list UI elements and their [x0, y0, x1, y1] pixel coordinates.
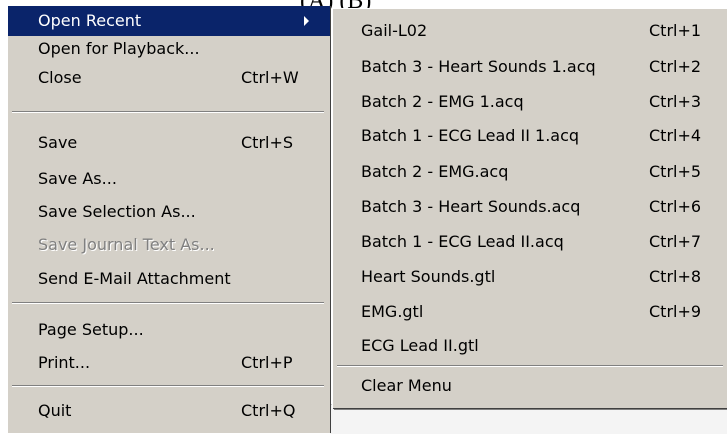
menu-item-label: Batch 3 - Heart Sounds 1.acq	[361, 57, 596, 76]
menu-item-quit[interactable]: Quit Ctrl+Q	[8, 396, 330, 426]
menu-item-shortcut: Ctrl+9	[649, 302, 702, 321]
menu-item-label: Batch 2 - EMG 1.acq	[361, 92, 524, 111]
menu-item-shortcut: Ctrl+2	[649, 57, 702, 76]
recent-item-batch2-emg-1[interactable]: Batch 2 - EMG 1.acq Ctrl+3	[333, 87, 727, 117]
menu-item-open-recent[interactable]: Open Recent	[8, 6, 330, 36]
menu-item-label: Save Journal Text As...	[38, 235, 215, 254]
menu-item-label: Print...	[38, 353, 91, 372]
menu-item-open-for-playback[interactable]: Open for Playback...	[8, 34, 330, 64]
recent-item-ecg-lead-ii-gtl[interactable]: ECG Lead II.gtl	[333, 331, 727, 361]
recent-item-emg-gtl[interactable]: EMG.gtl Ctrl+9	[333, 297, 727, 327]
menu-item-label: Open Recent	[38, 11, 142, 30]
menu-item-shortcut: Ctrl+5	[649, 162, 702, 181]
menu-item-shortcut: Ctrl+4	[649, 126, 702, 145]
menu-item-label: Save	[38, 133, 78, 152]
menu-item-label: Gail-L02	[361, 21, 428, 40]
menu-separator	[12, 385, 324, 387]
recent-item-batch3-heart-sounds-1[interactable]: Batch 3 - Heart Sounds 1.acq Ctrl+2	[333, 52, 727, 82]
menu-item-label: Close	[38, 68, 82, 87]
menu-item-label: Save Selection As...	[38, 202, 196, 221]
menu-item-label: Batch 2 - EMG.acq	[361, 162, 509, 181]
menu-item-label: Page Setup...	[38, 320, 144, 339]
menu-item-label: Clear Menu	[361, 376, 452, 395]
menu-item-shortcut: Ctrl+8	[649, 267, 702, 286]
menu-item-shortcut: Ctrl+1	[649, 21, 702, 40]
menu-item-close[interactable]: Close Ctrl+W	[8, 63, 330, 93]
recent-item-batch3-heart-sounds[interactable]: Batch 3 - Heart Sounds.acq Ctrl+6	[333, 192, 727, 222]
menu-item-label: Batch 1 - ECG Lead II.acq	[361, 232, 564, 251]
menu-item-shortcut: Ctrl+S	[241, 133, 294, 152]
menu-item-shortcut: Ctrl+6	[649, 197, 702, 216]
menu-item-shortcut: Ctrl+P	[241, 353, 293, 372]
menu-item-shortcut: Ctrl+W	[241, 68, 299, 87]
recent-item-heart-sounds-gtl[interactable]: Heart Sounds.gtl Ctrl+8	[333, 262, 727, 292]
menu-item-label: Batch 3 - Heart Sounds.acq	[361, 197, 581, 216]
menu-item-label: Batch 1 - ECG Lead II 1.acq	[361, 126, 580, 145]
menu-item-save-journal-text-as: Save Journal Text As...	[8, 230, 330, 260]
submenu-arrow-icon	[304, 16, 309, 26]
menu-separator	[337, 365, 723, 367]
file-menu: Open Recent Open for Playback... Close C…	[8, 6, 331, 433]
recent-item-batch1-ecg-lead-ii-1[interactable]: Batch 1 - ECG Lead II 1.acq Ctrl+4	[333, 121, 727, 151]
menu-item-label: Quit	[38, 401, 72, 420]
menu-item-save-selection-as[interactable]: Save Selection As...	[8, 197, 330, 227]
open-recent-submenu: Gail-L02 Ctrl+1 Batch 3 - Heart Sounds 1…	[332, 8, 727, 408]
menu-item-label: ECG Lead II.gtl	[361, 336, 479, 355]
menu-item-label: Send E-Mail Attachment	[38, 269, 231, 288]
menu-item-label: Save As...	[38, 169, 117, 188]
menu-item-print[interactable]: Print... Ctrl+P	[8, 348, 330, 378]
menu-item-label: Open for Playback...	[38, 39, 200, 58]
menu-item-shortcut: Ctrl+7	[649, 232, 702, 251]
recent-item-batch1-ecg-lead-ii[interactable]: Batch 1 - ECG Lead II.acq Ctrl+7	[333, 227, 727, 257]
background-window-strip	[330, 404, 727, 434]
menu-item-label: Heart Sounds.gtl	[361, 267, 496, 286]
menu-separator	[12, 302, 324, 304]
menu-item-page-setup[interactable]: Page Setup...	[8, 315, 330, 345]
recent-item-batch2-emg[interactable]: Batch 2 - EMG.acq Ctrl+5	[333, 157, 727, 187]
menu-item-label: EMG.gtl	[361, 302, 424, 321]
menu-item-save[interactable]: Save Ctrl+S	[8, 128, 330, 158]
menu-item-send-email-attachment[interactable]: Send E-Mail Attachment	[8, 264, 330, 294]
menu-separator	[12, 111, 324, 113]
recent-item-clear-menu[interactable]: Clear Menu	[333, 371, 727, 401]
recent-item-gail-l02[interactable]: Gail-L02 Ctrl+1	[333, 16, 727, 46]
menu-item-shortcut: Ctrl+3	[649, 92, 702, 111]
menu-item-shortcut: Ctrl+Q	[241, 401, 296, 420]
menu-item-save-as[interactable]: Save As...	[8, 164, 330, 194]
